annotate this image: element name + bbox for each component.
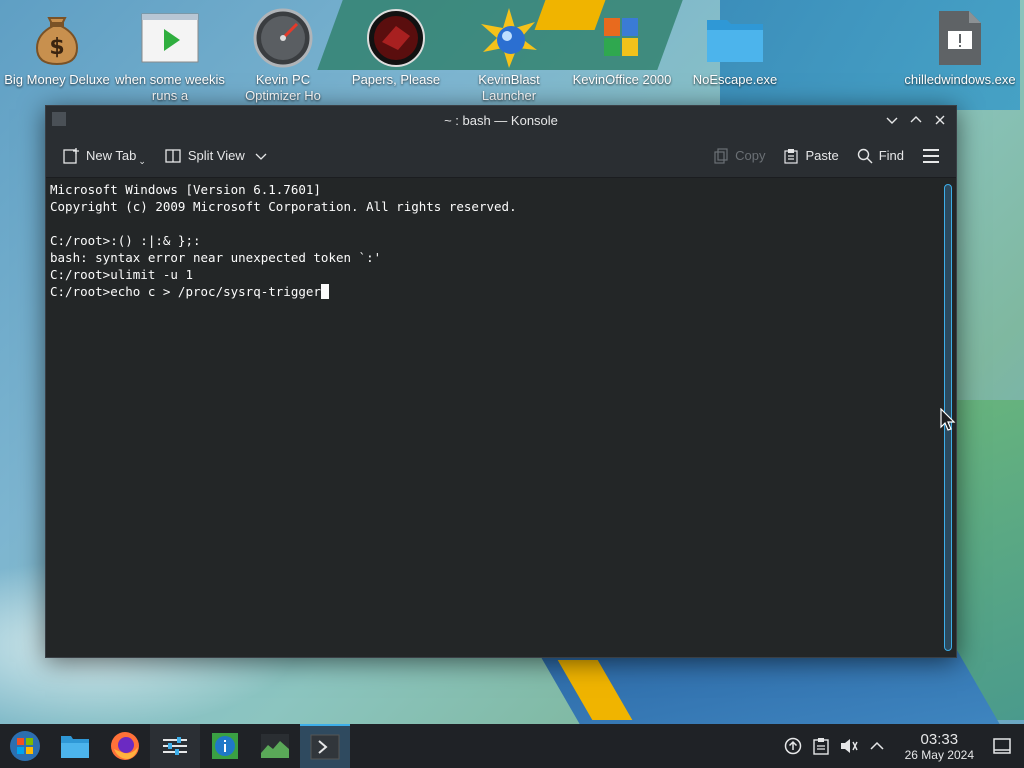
terminal-command: C:/root>echo c > /proc/sysrq-trigger bbox=[50, 284, 321, 299]
taskbar-konsole[interactable] bbox=[300, 724, 350, 768]
dropdown-arrow-icon: ⌄ bbox=[138, 156, 146, 166]
paste-label: Paste bbox=[805, 148, 839, 163]
split-view-button[interactable]: Split View bbox=[158, 143, 273, 169]
taskbar-file-manager[interactable] bbox=[50, 724, 100, 768]
konsole-icon bbox=[310, 734, 340, 760]
new-tab-icon bbox=[63, 147, 79, 164]
copy-icon bbox=[714, 147, 728, 164]
clipboard-icon bbox=[812, 738, 829, 755]
taskbar-settings[interactable] bbox=[150, 724, 200, 768]
desktop-icon-kevinoffice[interactable]: KevinOffice 2000 bbox=[566, 6, 678, 106]
clipboard-applet[interactable] bbox=[807, 724, 835, 768]
chevron-down-icon bbox=[255, 153, 267, 160]
system-monitor-icon bbox=[261, 734, 289, 758]
desktop-icon-big-money[interactable]: $ Big Money Deluxe bbox=[1, 6, 113, 106]
terminal-line: Microsoft Windows [Version 6.1.7601] bbox=[50, 182, 321, 197]
office-icon bbox=[590, 6, 654, 70]
find-button[interactable]: Find bbox=[851, 144, 910, 168]
new-tab-button[interactable]: New Tab ⌄ bbox=[56, 140, 152, 171]
text-cursor bbox=[320, 284, 329, 299]
copy-label: Copy bbox=[735, 148, 766, 163]
terminal-line: C:/root>:() :|:& };: bbox=[50, 233, 201, 248]
paste-icon bbox=[784, 148, 799, 164]
firefox-icon bbox=[111, 732, 139, 760]
money-bag-icon: $ bbox=[25, 6, 89, 70]
terminal-line: C:/root>ulimit -u 1 bbox=[50, 267, 193, 282]
search-icon bbox=[857, 148, 873, 163]
speedometer-icon bbox=[251, 6, 315, 70]
window-app-icon[interactable] bbox=[52, 112, 66, 126]
split-view-icon bbox=[165, 148, 181, 163]
start-menu-icon bbox=[10, 731, 40, 761]
close-button[interactable] bbox=[930, 110, 950, 130]
folder-icon bbox=[703, 6, 767, 70]
clock-date: 26 May 2024 bbox=[904, 747, 974, 762]
maximize-button[interactable] bbox=[906, 110, 926, 130]
terminal-prompt-line: C:/root>echo c > /proc/sysrq-trigger bbox=[50, 283, 952, 300]
video-play-icon bbox=[138, 6, 202, 70]
minimize-button[interactable] bbox=[882, 110, 902, 130]
terminal-line: bash: syntax error near unexpected token… bbox=[50, 250, 382, 265]
exe-file-icon bbox=[928, 6, 992, 70]
digital-clock[interactable]: 03:33 26 May 2024 bbox=[905, 731, 974, 762]
chevron-up-icon bbox=[870, 741, 884, 750]
clock-time: 03:33 bbox=[920, 730, 959, 748]
desktop-icon-chilledwindows[interactable]: chilledwindows.exe bbox=[904, 6, 1016, 106]
volume-muted-icon bbox=[840, 739, 858, 753]
system-info-icon bbox=[212, 733, 238, 759]
window-title: ~ : bash — Konsole bbox=[444, 112, 558, 128]
close-icon bbox=[935, 115, 945, 125]
taskbar-system-monitor[interactable] bbox=[250, 724, 300, 768]
taskbar: 03:33 26 May 2024 bbox=[0, 724, 1024, 768]
file-manager-icon bbox=[61, 736, 89, 758]
desktop-icon-noescape[interactable]: NoEscape.exe bbox=[679, 6, 791, 106]
konsole-window[interactable]: ~ : bash — Konsole New Tab ⌄ Split View bbox=[45, 105, 957, 658]
desktop-icon-kevinblast[interactable]: KevinBlast Launcher bbox=[453, 6, 565, 106]
kevinblast-icon bbox=[477, 6, 541, 70]
konsole-toolbar: New Tab ⌄ Split View Copy Paste Find bbox=[46, 134, 956, 178]
window-titlebar[interactable]: ~ : bash — Konsole bbox=[46, 106, 956, 134]
start-menu-button[interactable] bbox=[0, 724, 50, 768]
terminal-output[interactable]: Microsoft Windows [Version 6.1.7601] Cop… bbox=[46, 178, 956, 657]
svg-text:$: $ bbox=[49, 35, 64, 60]
desktop-icon-papers-please[interactable]: Papers, Please bbox=[340, 6, 452, 106]
hamburger-menu-icon bbox=[923, 148, 939, 163]
settings-icon bbox=[163, 737, 187, 755]
chevron-down-icon bbox=[886, 117, 898, 124]
show-desktop-button[interactable] bbox=[988, 724, 1016, 768]
paste-button[interactable]: Paste bbox=[777, 144, 844, 168]
mouse-pointer-icon bbox=[940, 408, 956, 431]
show-desktop-icon bbox=[993, 738, 1011, 754]
update-icon bbox=[784, 737, 801, 755]
terminal-line: Copyright (c) 2009 Microsoft Corporation… bbox=[50, 199, 517, 214]
chevron-up-icon bbox=[910, 116, 922, 123]
tray-expand-button[interactable] bbox=[863, 724, 891, 768]
desktop-icon-pc-optimizer[interactable]: Kevin PC Optimizer Ho bbox=[227, 6, 339, 106]
desktop-icon-video[interactable]: when some weekis runs a bbox=[114, 6, 226, 106]
taskbar-system-info[interactable] bbox=[200, 724, 250, 768]
volume-applet[interactable] bbox=[835, 724, 863, 768]
hamburger-menu-button[interactable] bbox=[916, 144, 946, 168]
new-tab-label: New Tab bbox=[86, 148, 137, 163]
papers-please-icon bbox=[364, 6, 428, 70]
update-notifier[interactable] bbox=[779, 724, 807, 768]
split-view-label: Split View bbox=[187, 148, 245, 163]
taskbar-firefox[interactable] bbox=[100, 724, 150, 768]
find-label: Find bbox=[878, 148, 904, 163]
system-tray: 03:33 26 May 2024 bbox=[779, 724, 1024, 768]
copy-button[interactable]: Copy bbox=[707, 144, 771, 168]
